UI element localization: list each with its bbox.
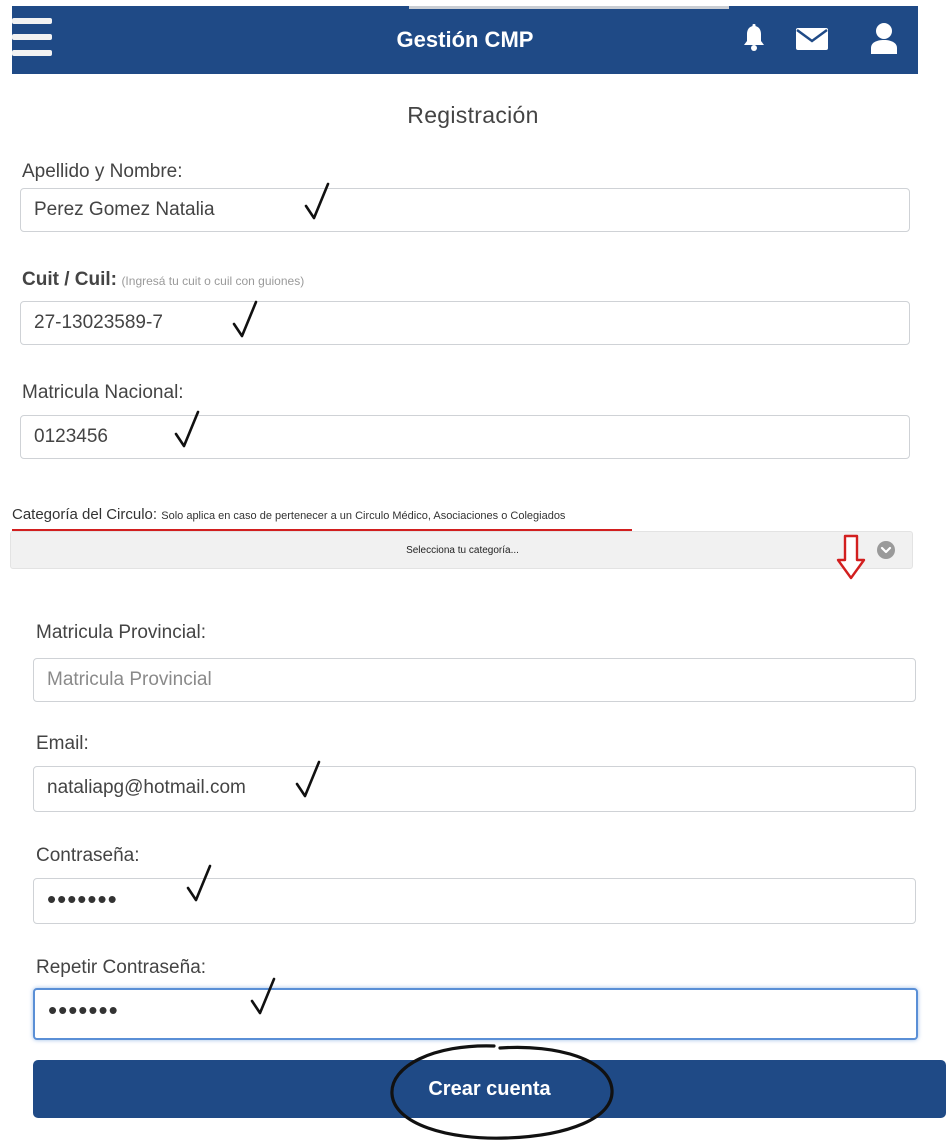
password-repeat-field[interactable]: ••••••• — [33, 988, 918, 1040]
categoria-label: Categoría del Circulo: — [12, 506, 158, 523]
user-icon[interactable] — [870, 22, 898, 54]
password-field[interactable]: ••••••• — [33, 878, 916, 924]
checkmark-annotation — [174, 410, 200, 448]
categoria-note: Solo aplica en caso de pertenecer a un C… — [161, 510, 566, 522]
cuit-field[interactable]: 27-13023589-7 — [20, 301, 910, 345]
mail-icon[interactable] — [796, 28, 828, 50]
app-title: Gestión CMP — [396, 27, 534, 52]
matricula-provincial-label: Matricula Provincial: — [36, 622, 206, 643]
matricula-provincial-field[interactable]: Matricula Provincial — [33, 658, 916, 702]
nombre-field[interactable]: Perez Gomez Natalia — [20, 188, 910, 232]
checkmark-annotation — [186, 864, 212, 902]
matricula-nacional-label: Matricula Nacional: — [22, 382, 184, 403]
nombre-label: Apellido y Nombre: — [22, 161, 183, 182]
password-label: Contraseña: — [36, 845, 140, 866]
oval-annotation — [390, 1044, 614, 1140]
password-repeat-label: Repetir Contraseña: — [36, 957, 207, 978]
categoria-label-group: Categoría del Circulo: Solo aplica en ca… — [12, 506, 565, 523]
cuit-label: Cuit / Cuil: — [22, 269, 117, 290]
checkmark-annotation — [250, 977, 276, 1015]
checkmark-annotation — [232, 300, 258, 338]
matricula-nacional-field[interactable]: 0123456 — [20, 415, 910, 459]
bell-icon[interactable] — [743, 24, 765, 52]
email-field[interactable]: nataliapg@hotmail.com — [33, 766, 916, 812]
email-label: Email: — [36, 733, 89, 754]
cuit-label-group: Cuit / Cuil: (Ingresá tu cuit o cuil con… — [22, 269, 304, 291]
categoria-selected-value: Selecciona tu categoría... — [406, 545, 519, 556]
categoria-select[interactable]: Selecciona tu categoría... — [10, 531, 913, 569]
page-title: Registración — [407, 102, 539, 128]
checkmark-annotation — [304, 182, 330, 220]
top-navbar: Gestión CMP — [12, 6, 918, 74]
chevron-down-icon[interactable] — [877, 541, 895, 559]
checkmark-annotation — [295, 760, 321, 798]
red-arrow-annotation — [836, 534, 866, 580]
cuit-hint: (Ingresá tu cuit o cuil con guiones) — [121, 274, 305, 288]
